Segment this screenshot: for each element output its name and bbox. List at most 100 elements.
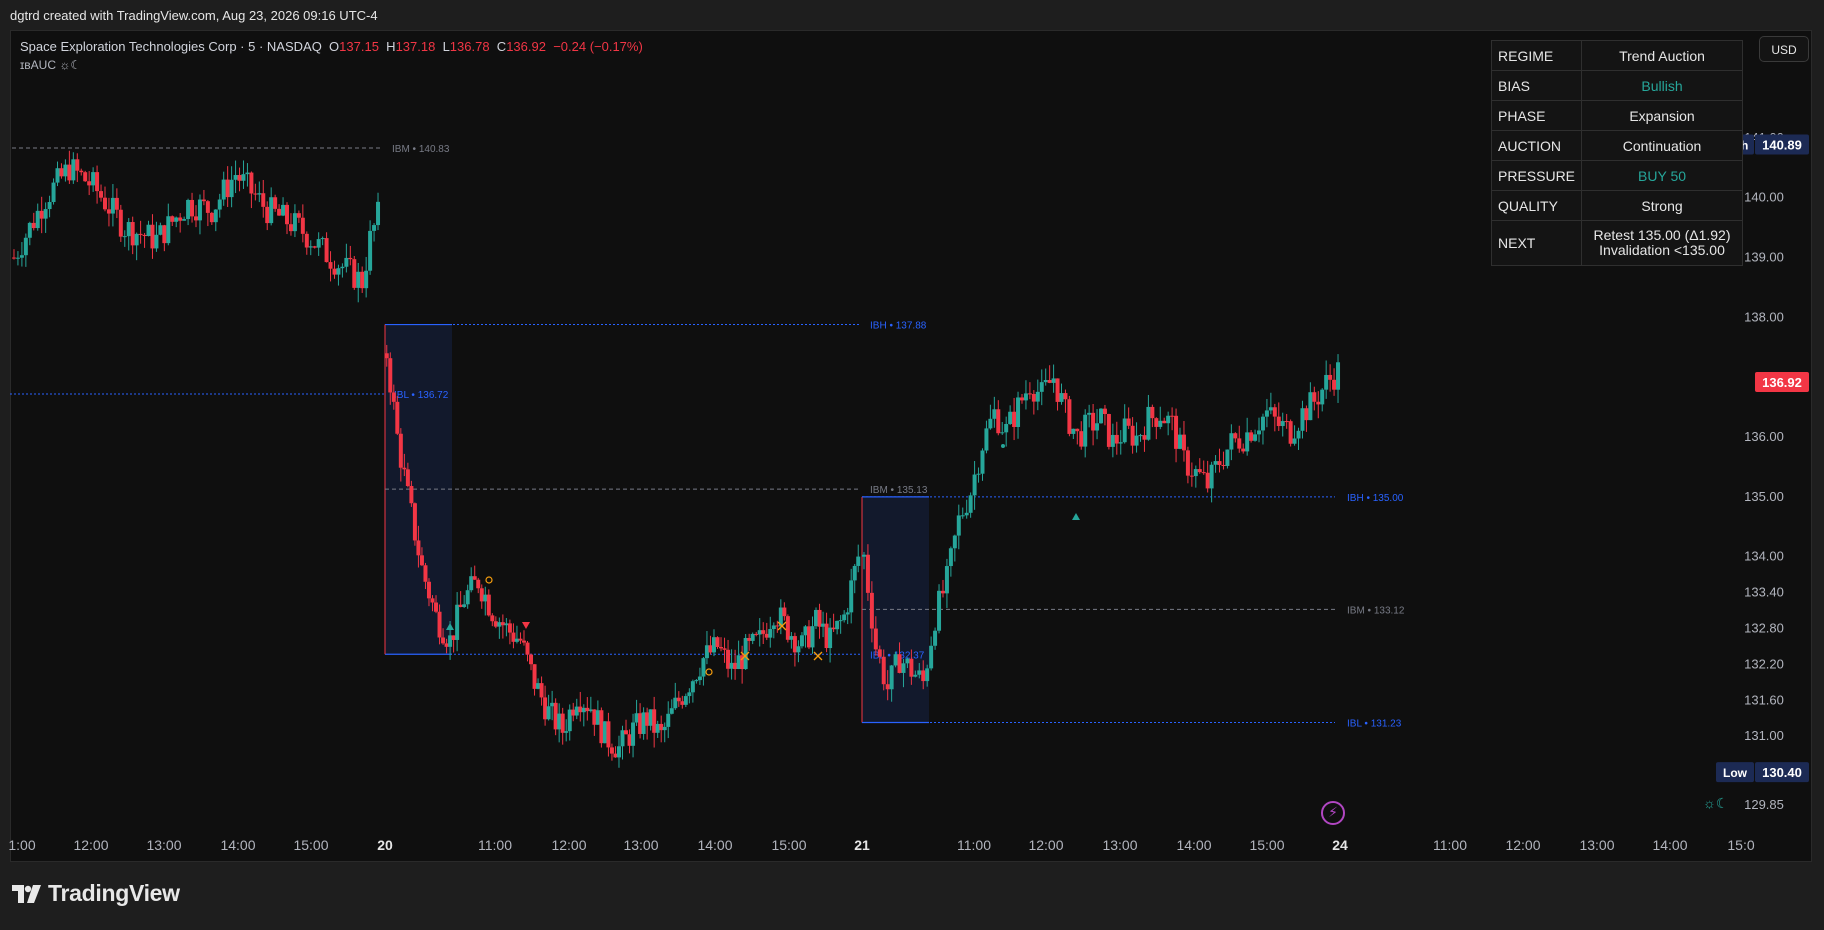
candle <box>849 580 854 613</box>
candle <box>1245 432 1250 452</box>
indicator-name[interactable]: ɪʙAUC ☼☾ <box>20 58 81 72</box>
x-tick-label: 12:00 <box>1505 837 1540 853</box>
rotation-marker <box>705 668 713 676</box>
y-tick-label: 138.00 <box>1744 309 1784 324</box>
buy-signal-marker <box>1072 513 1080 520</box>
candle <box>269 197 274 224</box>
candle <box>550 702 555 707</box>
candle <box>324 238 329 263</box>
candle <box>1221 464 1226 466</box>
candle <box>1008 411 1013 424</box>
candle <box>529 654 534 665</box>
candle <box>344 257 349 267</box>
candle <box>1320 389 1325 405</box>
candle <box>996 409 1001 434</box>
candle <box>1138 435 1143 437</box>
candle <box>694 680 699 682</box>
y-tick-label: 136.00 <box>1744 429 1784 444</box>
price-badge-value: 130.40 <box>1762 765 1802 780</box>
candle <box>122 236 127 238</box>
candle <box>856 556 861 566</box>
next-line-1: Retest 135.00 (Δ1.92) <box>1593 227 1731 243</box>
candle <box>956 515 961 536</box>
candle <box>893 654 898 666</box>
candle <box>186 199 191 220</box>
candle <box>106 209 111 214</box>
candle <box>952 535 957 549</box>
candle <box>1130 425 1135 446</box>
candle <box>1150 406 1155 419</box>
candle <box>281 204 286 216</box>
candle <box>31 222 36 229</box>
candle <box>1091 412 1096 431</box>
regime-value: Retest 135.00 (Δ1.92) Invalidation <135.0… <box>1581 220 1743 266</box>
candle <box>736 655 741 670</box>
x-tick-label: 13:00 <box>1579 837 1614 853</box>
x-tick-label: 1:00 <box>8 837 35 853</box>
candle <box>483 594 488 602</box>
candle <box>933 630 938 646</box>
candle <box>23 237 28 256</box>
candle <box>352 259 357 288</box>
sun-moon-icon[interactable]: ☼☾ <box>1703 795 1728 812</box>
candle <box>1051 378 1056 383</box>
candle <box>213 209 218 223</box>
candle <box>1292 438 1297 444</box>
candle <box>1118 442 1123 444</box>
candle <box>102 197 107 210</box>
candle <box>320 238 325 240</box>
tradingview-logo[interactable]: TradingView <box>12 880 180 907</box>
candle <box>518 638 523 641</box>
candle <box>881 656 886 685</box>
candle <box>288 224 293 232</box>
level-label: IBM • 140.83 <box>392 144 450 155</box>
candle <box>434 602 439 612</box>
regime-row-quality: QUALITY Strong <box>1490 190 1743 221</box>
candle <box>1174 415 1179 449</box>
candle <box>595 710 600 725</box>
low-value: 136.78 <box>449 39 490 54</box>
candle <box>304 233 309 248</box>
close-value: 136.92 <box>506 39 546 54</box>
candle <box>476 579 481 589</box>
candle <box>1193 469 1198 477</box>
tradingview-brand: TradingView <box>48 880 180 906</box>
candle <box>909 658 914 677</box>
candle <box>835 620 840 630</box>
candle <box>648 709 653 726</box>
candle <box>150 224 155 249</box>
candle <box>142 234 147 237</box>
candle <box>521 640 526 643</box>
currency-button[interactable]: USD <box>1759 36 1809 62</box>
candle <box>261 193 266 207</box>
x-tick-label: 12:00 <box>1028 837 1063 853</box>
candle <box>571 709 576 716</box>
candle <box>673 697 678 709</box>
candle <box>412 503 417 541</box>
candle <box>838 620 843 622</box>
candle <box>1272 407 1277 417</box>
candle <box>1181 434 1186 451</box>
candle <box>1276 416 1281 427</box>
regime-row-pressure: PRESSURE BUY 50 <box>1490 160 1743 191</box>
candle <box>1178 434 1183 449</box>
candle <box>659 723 664 731</box>
candle <box>126 222 131 237</box>
candle <box>564 731 569 733</box>
candle <box>130 222 135 246</box>
candle <box>913 674 918 677</box>
candle <box>51 182 56 203</box>
candle <box>905 658 910 664</box>
regime-key: REGIME <box>1490 40 1583 71</box>
candle <box>1257 430 1262 435</box>
candle <box>1023 393 1028 401</box>
candle <box>992 409 997 419</box>
tradingview-logo-icon <box>12 884 41 903</box>
candle <box>19 255 24 258</box>
candle <box>253 193 258 195</box>
candle <box>842 614 847 621</box>
lightning-icon[interactable]: ⚡ <box>1321 801 1345 825</box>
x-tick-label: 15:00 <box>293 837 328 853</box>
candle <box>405 469 410 486</box>
candle <box>469 576 474 591</box>
